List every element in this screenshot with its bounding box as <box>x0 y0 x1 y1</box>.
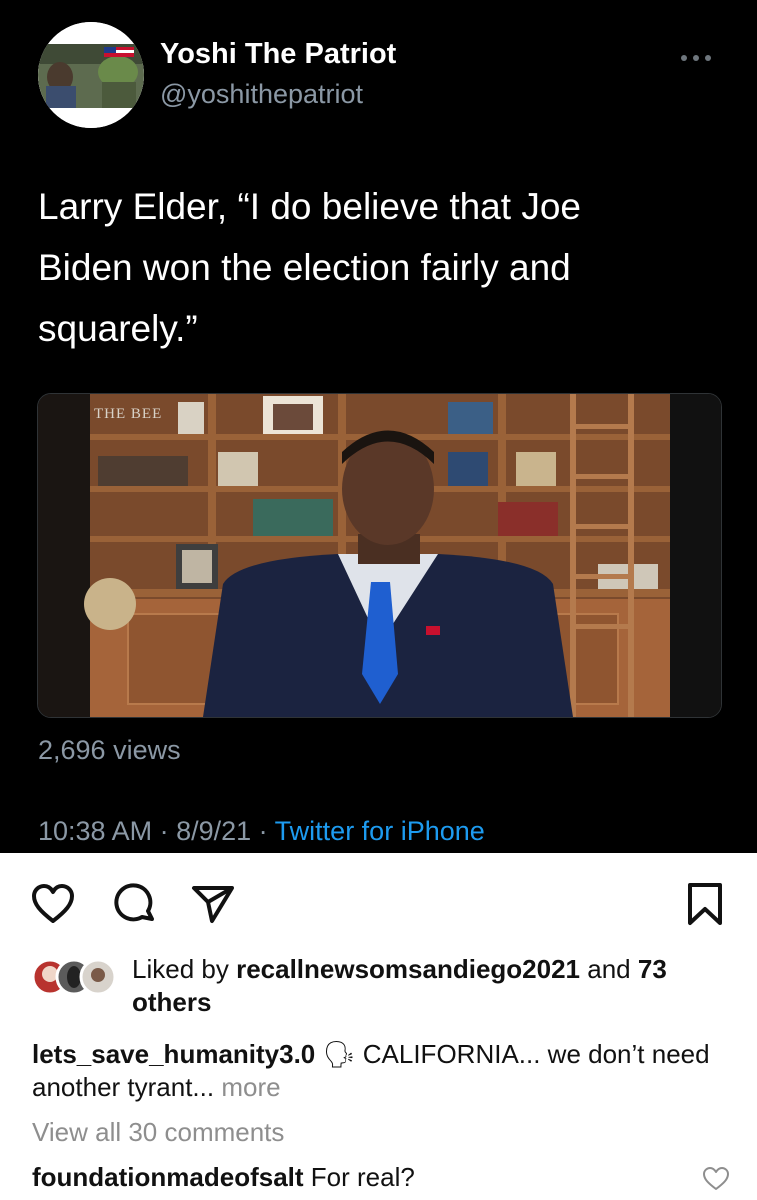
liker-username-link[interactable]: recallnewsomsandiego2021 <box>236 954 580 984</box>
tweet-source-link[interactable]: Twitter for iPhone <box>275 816 485 846</box>
view-all-comments-link[interactable]: View all 30 comments <box>32 1117 284 1148</box>
liked-by-and: and <box>580 954 638 984</box>
tweet-time: 10:38 AM <box>38 816 153 846</box>
video-watermark: THE BEE <box>94 406 163 422</box>
comment-like-heart-icon[interactable] <box>702 1166 730 1192</box>
tweet-date: 8/9/21 <box>176 816 252 846</box>
liked-by-text: Liked by recallnewsomsandiego2021 and 73… <box>132 953 742 1019</box>
embedded-tweet: Yoshi The Patriot @yoshithepatriot Larry… <box>0 0 757 853</box>
bookmark-icon[interactable] <box>682 881 728 927</box>
post-action-bar <box>0 873 757 933</box>
comment-bubble-icon[interactable] <box>112 881 158 927</box>
liked-by-prefix: Liked by <box>132 954 237 984</box>
tweet-video[interactable]: THE BEE <box>37 393 722 718</box>
heart-icon[interactable] <box>30 881 76 927</box>
tweet-meta: 10:38 AM · 8/9/21 · Twitter for iPhone <box>38 816 485 847</box>
meta-separator: · <box>251 816 275 846</box>
comment-username-link[interactable]: foundationmadeofsalt <box>32 1162 304 1192</box>
caption-more-link[interactable]: more <box>214 1072 280 1102</box>
tweet-text: Larry Elder, “I do believe that Joe Bide… <box>38 186 581 349</box>
tweet-avatar[interactable] <box>38 22 144 128</box>
tweet-views: 2,696 views <box>38 735 181 765</box>
more-horizontal-icon[interactable] <box>676 46 716 70</box>
post-caption: lets_save_humanity3.0 🗣 CALIFORNIA... we… <box>32 1038 732 1104</box>
caption-username-link[interactable]: lets_save_humanity3.0 <box>32 1039 315 1069</box>
meta-separator: · <box>152 816 177 846</box>
tweet-display-name[interactable]: Yoshi The Patriot <box>160 38 396 71</box>
comment-text: For real? <box>303 1162 415 1192</box>
comment-row: foundationmadeofsalt For real? <box>32 1162 415 1193</box>
paper-plane-icon[interactable] <box>190 881 236 927</box>
liker-avatars[interactable] <box>30 957 122 997</box>
tweet-handle[interactable]: @yoshithepatriot <box>160 79 363 110</box>
speaking-head-emoji: 🗣 <box>322 1039 356 1069</box>
